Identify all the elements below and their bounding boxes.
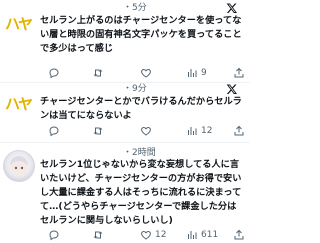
analytics-icon bbox=[188, 231, 197, 239]
retweet-button[interactable] bbox=[92, 66, 107, 80]
retweet-icon bbox=[93, 127, 103, 135]
like-button[interactable] bbox=[140, 66, 155, 80]
timestamp[interactable]: ・9分 bbox=[123, 83, 147, 95]
x-logo-icon bbox=[226, 84, 238, 94]
tweet-1[interactable]: ハヤ ・5分 セルラン上がるのはチャージセンターを使ってない層と時限の固有神名文… bbox=[0, 0, 250, 82]
views-button[interactable]: 9 bbox=[186, 66, 207, 80]
tweet-actions: 9 bbox=[38, 66, 250, 80]
tweet-3[interactable]: ・2時間 セルラン1位じゃないから変な妄想してる人に言いたいけど、チャージセンタ… bbox=[0, 143, 250, 243]
avatar[interactable]: ハヤ bbox=[3, 8, 33, 38]
heart-icon bbox=[141, 126, 151, 136]
retweet-icon bbox=[93, 69, 103, 77]
tweet-text: チャージセンターとかでバラけるんだからセルランは当てにならないよ bbox=[40, 96, 242, 121]
avatar[interactable] bbox=[3, 150, 35, 182]
share-button[interactable] bbox=[233, 228, 245, 242]
tweet-actions: 12 bbox=[38, 124, 250, 138]
retweet-button[interactable] bbox=[92, 124, 107, 138]
x-logo-icon bbox=[226, 3, 238, 13]
share-icon bbox=[234, 125, 244, 136]
share-icon bbox=[234, 67, 244, 78]
reply-icon bbox=[49, 126, 59, 137]
avatar-illustration-icon bbox=[10, 156, 28, 175]
views-count: 9 bbox=[201, 68, 207, 78]
retweet-button[interactable] bbox=[92, 228, 107, 242]
tweet-text: セルラン上がるのはチャージセンターを使ってない層と時限の固有神名文字パッケを買っ… bbox=[40, 15, 242, 54]
share-button[interactable] bbox=[233, 124, 245, 138]
heart-icon bbox=[141, 230, 151, 240]
views-count: 12 bbox=[201, 126, 213, 136]
views-button[interactable]: 12 bbox=[186, 124, 212, 138]
reply-button[interactable] bbox=[48, 228, 63, 242]
like-count: 12 bbox=[155, 230, 167, 240]
tweet-2[interactable]: ハヤ ・9分 チャージセンターとかでバラけるんだからセルランは当てにならないよ … bbox=[0, 83, 250, 142]
heart-icon bbox=[141, 68, 151, 78]
views-button[interactable]: 611 bbox=[186, 228, 218, 242]
analytics-icon bbox=[188, 69, 197, 77]
share-button[interactable] bbox=[233, 66, 245, 80]
like-button[interactable] bbox=[140, 124, 155, 138]
avatar[interactable]: ハヤ bbox=[3, 88, 33, 118]
tweet-actions: 12 611 bbox=[38, 228, 250, 242]
timestamp[interactable]: ・5分 bbox=[123, 2, 147, 14]
reply-icon bbox=[49, 68, 59, 79]
reply-button[interactable] bbox=[48, 124, 63, 138]
reply-icon bbox=[49, 230, 59, 241]
views-count: 611 bbox=[201, 230, 219, 240]
tweet-text: セルラン1位じゃないから変な妄想してる人に言いたいけど、チャージセンターの方がお… bbox=[40, 159, 242, 226]
retweet-icon bbox=[93, 231, 103, 239]
reply-button[interactable] bbox=[48, 66, 63, 80]
analytics-icon bbox=[188, 127, 197, 135]
share-icon bbox=[234, 229, 244, 240]
like-button[interactable]: 12 bbox=[140, 228, 166, 242]
